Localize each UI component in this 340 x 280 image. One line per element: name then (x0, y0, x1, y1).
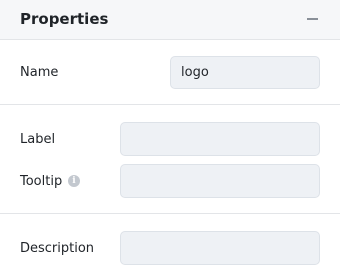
section-divider (0, 104, 340, 105)
name-input[interactable] (170, 56, 320, 89)
tooltip-input[interactable] (120, 164, 320, 198)
minus-icon (307, 18, 318, 20)
collapse-button[interactable] (304, 10, 322, 28)
tooltip-label: Tooltip (20, 174, 63, 189)
description-input[interactable] (120, 231, 320, 265)
panel-title: Properties (20, 10, 109, 28)
panel-header: Properties (0, 0, 340, 40)
info-icon[interactable]: i (68, 175, 80, 187)
section-divider (0, 213, 340, 214)
label-label: Label (20, 132, 56, 147)
properties-panel: Properties Name Label Tooltip i Descript… (0, 0, 340, 280)
description-label: Description (20, 241, 95, 256)
label-input[interactable] (120, 122, 320, 156)
name-label: Name (20, 65, 59, 80)
